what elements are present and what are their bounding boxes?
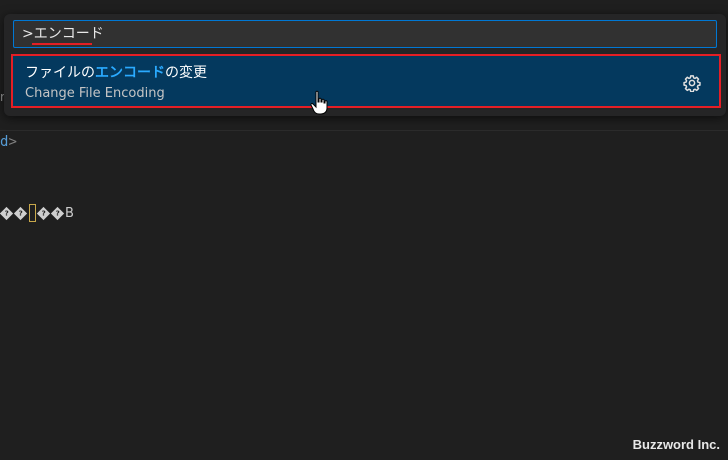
command-result-subtitle: Change File Encoding — [25, 86, 165, 101]
gear-icon[interactable] — [683, 74, 701, 92]
code-line: d> — [0, 134, 17, 150]
command-palette: >エンコード ファイルのエンコードの変更 Change File Encodin… — [4, 14, 726, 116]
replacement-char-icon: ? — [50, 206, 65, 220]
hand-pointer-icon — [310, 90, 328, 115]
annotation-underline — [32, 43, 92, 45]
replacement-char-icon: ? — [0, 206, 14, 220]
garbled-code-line: ? ? ? ? B — [0, 203, 74, 223]
text-cursor-highlight — [29, 204, 36, 222]
code-line-suffix: > — [8, 134, 17, 150]
command-result-change-file-encoding[interactable]: ファイルのエンコードの変更 Change File Encoding — [11, 54, 721, 108]
replacement-char-icon: ? — [36, 206, 51, 220]
watermark: Buzzword Inc. — [632, 437, 720, 452]
code-line-tail: B — [65, 205, 74, 221]
command-title-before: ファイルの — [25, 65, 95, 81]
editor-edge-mark: r — [0, 90, 5, 104]
command-palette-input[interactable]: >エンコード — [13, 20, 717, 48]
command-title-after: の変更 — [165, 65, 207, 81]
command-result-title: ファイルのエンコードの変更 — [25, 62, 207, 82]
editor-divider — [0, 130, 728, 131]
replacement-char-icon: ? — [13, 206, 28, 220]
command-title-highlight: エンコード — [95, 65, 165, 81]
vscode-window: r d> ? ? ? ? B >エンコード ファイルのエンコードの変更 Chan… — [0, 0, 728, 460]
